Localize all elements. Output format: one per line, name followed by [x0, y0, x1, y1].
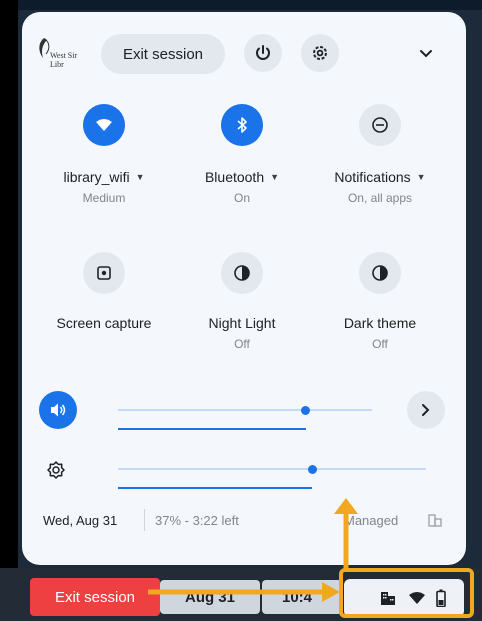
annotation-arrowhead-right — [322, 582, 340, 602]
annotation-arrows — [148, 498, 358, 602]
annotation-arrowhead-up — [334, 498, 358, 514]
